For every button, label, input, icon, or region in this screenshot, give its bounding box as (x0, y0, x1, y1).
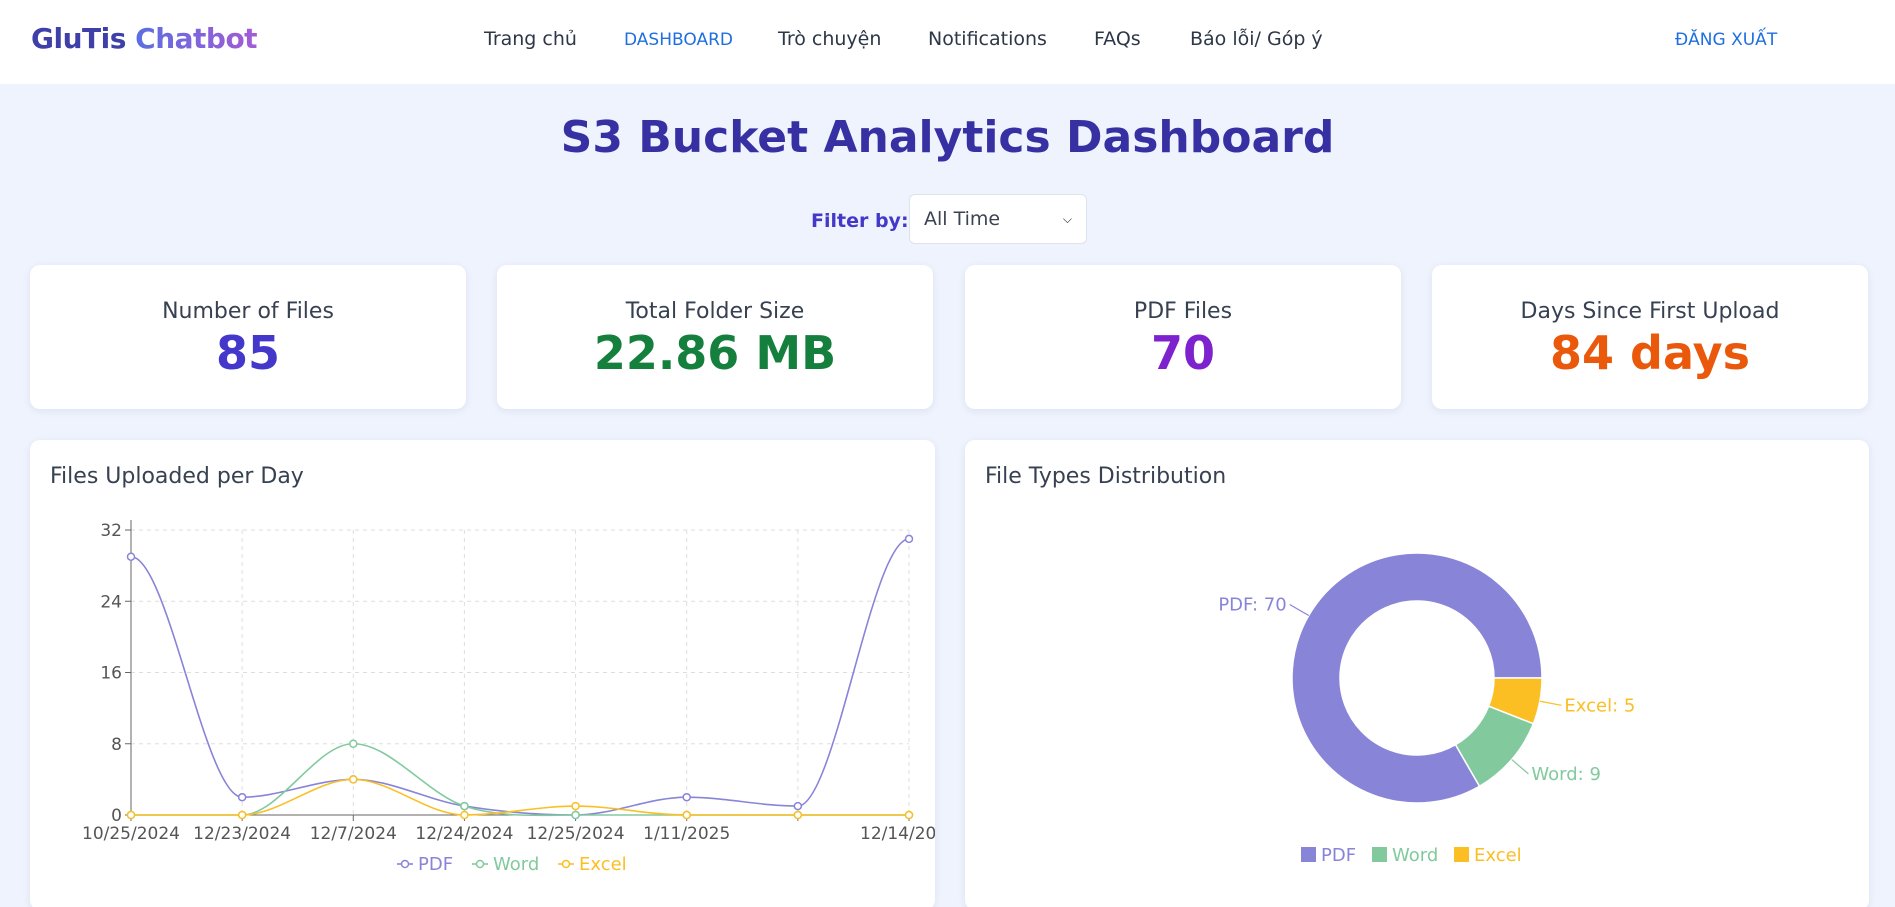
data-point-word (460, 801, 469, 811)
legend-label-pdf: PDF (418, 854, 453, 875)
file-types-chart-card: File Types Distribution PDF: 70 Word: 9 Ex… (965, 440, 1869, 907)
legend-label-excel: Excel (1474, 845, 1522, 866)
series-line-word (131, 742, 909, 817)
nav-item-feedback[interactable]: Báo lỗi/ Góp ý (1190, 28, 1323, 50)
stat-value: 85 (215, 326, 280, 380)
data-point-excel (904, 810, 914, 820)
stat-value: 70 (1150, 326, 1215, 380)
x-tick-label: 1/11/2025 (643, 824, 730, 844)
stat-label: Total Folder Size (625, 299, 805, 324)
nav-item-notifications[interactable]: Notifications (928, 28, 1047, 50)
logo-text-secondary: Chatbot (135, 22, 258, 55)
data-point-word (349, 739, 358, 748)
page-title: S3 Bucket Analytics Dashboard (560, 112, 1335, 163)
y-tick-label: 8 (111, 735, 122, 755)
series-line-pdf (130, 538, 910, 816)
file-types-donut-chart: PDF: 70 Word: 9 Excel: 5 PDF Word Excel (1218, 552, 1635, 866)
stat-label: Number of Files (162, 299, 334, 324)
legend-marker-pdf (400, 859, 410, 869)
stat-value: 84 days (1550, 326, 1750, 380)
slice-leader-word (1511, 759, 1529, 775)
stat-card-folder-size: Total Folder Size 22.86 MB (497, 265, 933, 409)
data-point-pdf (904, 534, 914, 544)
x-tick-label: 12/24/2024 (415, 824, 513, 844)
x-tick-label: 10/25/2024 (82, 824, 180, 844)
y-tick-label: 0 (111, 806, 122, 826)
uploads-chart-card: Files Uploaded per Day 0 8 16 24 32 10/25/202… (30, 440, 935, 907)
data-point-excel (349, 775, 358, 784)
stat-card-file-count: Number of Files 85 (30, 265, 466, 409)
slice-label-excel: Excel: 5 (1564, 695, 1635, 716)
stat-card-pdf-files: PDF Files 70 (965, 265, 1401, 409)
x-tick-label: 12/14/2024 (860, 824, 935, 844)
logout-button[interactable]: ĐĂNG XUẤT (1675, 30, 1777, 50)
filter-label: Filter by: (811, 210, 909, 232)
data-point-pdf (237, 792, 247, 802)
time-filter-value: All Time (924, 208, 1001, 230)
stat-label: Days Since First Upload (1520, 299, 1780, 324)
slice-label-word: Word: 9 (1531, 764, 1601, 785)
stat-label: PDF Files (1133, 299, 1233, 324)
legend-swatch-pdf (1301, 847, 1316, 862)
legend-label-excel: Excel (579, 854, 627, 875)
legend-label-word: Word (1392, 845, 1438, 866)
y-tick-label: 16 (100, 664, 122, 684)
x-tick-label: 12/7/2024 (310, 824, 397, 844)
data-point-word (571, 810, 580, 820)
time-filter-select[interactable]: All Time ⌵ (909, 194, 1087, 244)
data-point-excel (126, 810, 136, 820)
data-point-excel (571, 801, 580, 811)
legend-swatch-excel (1454, 847, 1469, 862)
legend-label-pdf: PDF (1321, 845, 1356, 866)
legend-label-word: Word (493, 854, 539, 875)
stat-value: 22.86 MB (593, 326, 837, 380)
y-tick-label: 24 (100, 592, 122, 612)
nav-item-home[interactable]: Trang chủ (484, 28, 577, 50)
chevron-down-icon: ⌵ (1062, 211, 1072, 226)
legend-marker-word (475, 859, 485, 869)
logo-text-primary: GluTis (31, 22, 126, 55)
data-point-excel (793, 810, 803, 820)
x-tick-label: 12/23/2024 (193, 824, 291, 844)
data-point-excel (682, 810, 691, 820)
nav-item-chat[interactable]: Trò chuyện (778, 28, 881, 50)
x-tick-label: 12/25/2024 (527, 824, 625, 844)
nav-item-faqs[interactable]: FAQs (1094, 28, 1141, 50)
legend-marker-excel (561, 859, 571, 869)
top-navbar: GluTis Chatbot Trang chủ DASHBOARD Trò c… (0, 0, 1895, 84)
data-point-pdf (126, 552, 136, 561)
uploads-line-chart: 0 8 16 24 32 10/25/2024 12/23/2024 12/7/2024 12/… (82, 520, 935, 875)
data-point-pdf (682, 792, 691, 802)
slice-label-pdf: PDF: 70 (1218, 595, 1286, 616)
slice-leader-excel (1539, 700, 1562, 706)
y-tick-label: 32 (100, 521, 122, 541)
logo[interactable]: GluTis Chatbot (31, 22, 258, 55)
slice-leader-pdf (1289, 603, 1310, 617)
stat-card-days-since-upload: Days Since First Upload 84 days (1432, 265, 1868, 409)
data-point-pdf (793, 801, 803, 811)
data-point-excel (460, 810, 469, 820)
nav-item-dashboard[interactable]: DASHBOARD (624, 30, 733, 50)
data-point-excel (237, 810, 247, 820)
legend-swatch-word (1372, 847, 1387, 862)
